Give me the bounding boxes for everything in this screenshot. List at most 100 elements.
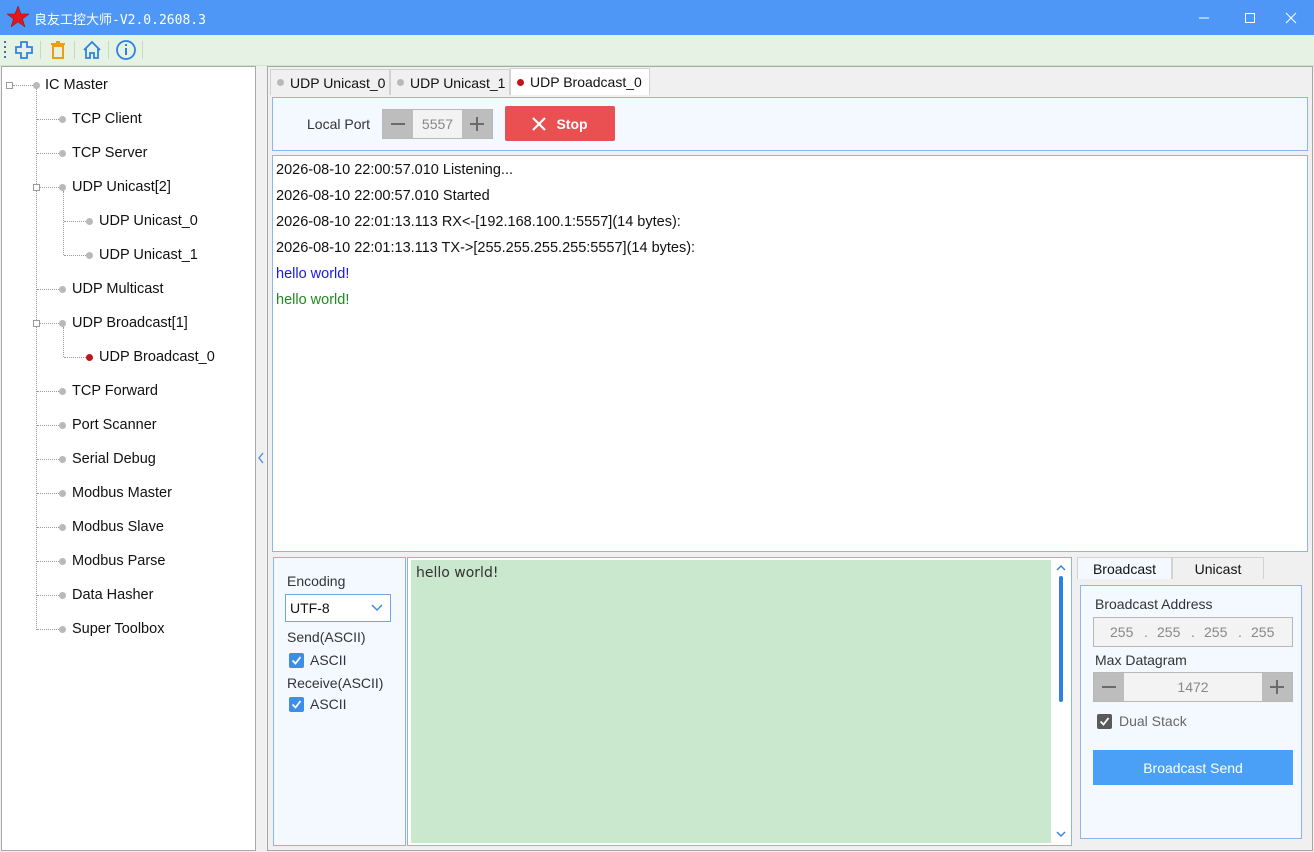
tree-item-tcp-forward[interactable]: TCP Forward (72, 381, 158, 401)
toolbar-grip-icon[interactable] (4, 40, 7, 60)
tree-node-icon (59, 422, 66, 429)
stop-label: Stop (556, 115, 588, 132)
close-button[interactable] (1268, 0, 1314, 35)
scroll-up-icon[interactable] (1054, 562, 1068, 574)
decrement-button[interactable] (383, 110, 413, 138)
log-line: 2026-08-10 22:00:57.010 Started (276, 188, 490, 204)
encoding-select[interactable]: UTF-8 (285, 594, 391, 622)
broadcast-send-label: Broadcast Send (1143, 759, 1243, 776)
info-icon (116, 40, 136, 60)
tree-node-icon (59, 490, 66, 497)
star-app-icon (6, 5, 30, 28)
receive-encoding-label: Receive(ASCII) (287, 675, 384, 691)
tree-item-modbus-slave[interactable]: Modbus Slave (72, 517, 164, 537)
udp-unicast-expander[interactable] (33, 184, 40, 191)
broadcast-send-button[interactable]: Broadcast Send (1093, 750, 1293, 785)
tab-label: UDP Broadcast_0 (530, 74, 642, 90)
increment-button[interactable] (462, 110, 492, 138)
tree-node-icon (59, 286, 66, 293)
info-button[interactable] (113, 37, 139, 63)
maximize-button[interactable] (1227, 0, 1273, 35)
stop-button[interactable]: Stop (505, 106, 615, 141)
tab-status-icon (517, 78, 524, 86)
send-options-panel: Encoding UTF-8 Send(ASCII) ASCII Receive… (273, 557, 406, 846)
delete-button[interactable] (45, 37, 71, 63)
ip-octet-3[interactable]: 255 (1204, 624, 1227, 640)
tree-item-modbus-parse[interactable]: Modbus Parse (72, 551, 166, 571)
tree-item-udp-broadcast-0[interactable]: UDP Broadcast_0 (99, 347, 215, 367)
broadcast-address-input[interactable]: 255 . 255 . 255 . 255 (1093, 617, 1293, 647)
receive-ascii-checkbox[interactable] (289, 697, 304, 712)
send-text-background[interactable]: hello world! (411, 560, 1051, 843)
tree-item-udp-unicast[interactable]: UDP Unicast[2] (72, 177, 171, 197)
tree-item-udp-multicast[interactable]: UDP Multicast (72, 279, 164, 299)
log-line: 2026-08-10 22:00:57.010 Listening... (276, 162, 514, 178)
ip-octet-4[interactable]: 255 (1251, 624, 1274, 640)
receive-ascii-label: ASCII (310, 696, 347, 712)
checkmark-icon (1099, 717, 1110, 726)
tab-udp-broadcast-0[interactable]: UDP Broadcast_0 (510, 68, 650, 95)
max-datagram-value[interactable]: 1472 (1124, 673, 1262, 701)
dual-stack-checkbox[interactable] (1097, 714, 1112, 729)
tree-root[interactable]: IC Master (45, 75, 108, 95)
ip-octet-1[interactable]: 255 (1110, 624, 1133, 640)
vertical-scrollbar[interactable] (1054, 560, 1068, 843)
log-line: 2026-08-10 22:01:13.113 RX<-[192.168.100… (276, 214, 681, 230)
scroll-down-icon[interactable] (1054, 828, 1068, 840)
tree-item-super-toolbox[interactable]: Super Toolbox (72, 619, 164, 639)
collapse-panel-icon[interactable] (256, 450, 266, 466)
tree-item-tcp-client[interactable]: TCP Client (72, 109, 142, 129)
tree-item-udp-unicast-0[interactable]: UDP Unicast_0 (99, 211, 198, 231)
navigation-tree[interactable]: IC Master TCP Client TCP Server UDP Unic… (1, 66, 256, 851)
checkmark-icon (291, 700, 302, 709)
send-textarea[interactable]: hello world! (407, 557, 1072, 846)
tab-broadcast[interactable]: Broadcast (1077, 557, 1172, 579)
send-text[interactable]: hello world! (416, 565, 498, 581)
tree-node-icon (59, 558, 66, 565)
tree-node-icon (59, 626, 66, 633)
broadcast-address-label: Broadcast Address (1095, 596, 1213, 612)
log-output[interactable]: 2026-08-10 22:00:57.010 Listening... 202… (272, 155, 1308, 552)
max-datagram-stepper[interactable]: 1472 (1093, 672, 1293, 702)
tab-status-icon (397, 79, 404, 86)
tab-unicast[interactable]: Unicast (1172, 557, 1264, 579)
add-button[interactable] (11, 37, 37, 63)
root-expander[interactable] (6, 82, 13, 89)
udp-broadcast-expander[interactable] (33, 320, 40, 327)
tree-item-serial-debug[interactable]: Serial Debug (72, 449, 156, 469)
tab-label: UDP Unicast_1 (410, 74, 506, 91)
tree-node-icon (59, 388, 66, 395)
minus-icon (1102, 686, 1116, 688)
dual-stack-label: Dual Stack (1119, 713, 1187, 729)
maximize-icon (1245, 12, 1255, 23)
broadcast-panel: Broadcast Address 255 . 255 . 255 . 255 … (1080, 585, 1302, 839)
title-bar[interactable]: 良友工控大师-V2.0.2608.3 (0, 0, 1314, 35)
tree-item-data-hasher[interactable]: Data Hasher (72, 585, 153, 605)
tree-item-tcp-server[interactable]: TCP Server (72, 143, 147, 163)
connection-controls: Local Port 5557 (272, 97, 1308, 151)
tree-node-icon (33, 82, 40, 89)
chevron-down-icon (371, 604, 383, 612)
tree-item-udp-broadcast[interactable]: UDP Broadcast[1] (72, 313, 188, 333)
decrement-button[interactable] (1094, 673, 1124, 701)
active-node-icon (86, 354, 93, 361)
tab-label: UDP Unicast_0 (290, 74, 386, 91)
send-ascii-checkbox[interactable] (289, 653, 304, 668)
send-encoding-label: Send(ASCII) (287, 629, 366, 645)
minimize-button[interactable] (1181, 0, 1227, 35)
encoding-label: Encoding (287, 573, 346, 589)
increment-button[interactable] (1262, 673, 1292, 701)
local-port-value[interactable]: 5557 (413, 110, 462, 138)
ip-octet-2[interactable]: 255 (1157, 624, 1180, 640)
log-line-sent: hello world! (276, 292, 350, 308)
tab-udp-unicast-1[interactable]: UDP Unicast_1 (390, 69, 510, 95)
tree-node-icon (86, 252, 93, 259)
local-port-stepper[interactable]: 5557 (382, 109, 493, 139)
tree-item-port-scanner[interactable]: Port Scanner (72, 415, 157, 435)
home-button[interactable] (79, 37, 105, 63)
local-port-label: Local Port (307, 116, 371, 132)
tab-udp-unicast-0[interactable]: UDP Unicast_0 (270, 69, 390, 95)
tree-item-modbus-master[interactable]: Modbus Master (72, 483, 172, 503)
tree-item-udp-unicast-1[interactable]: UDP Unicast_1 (99, 245, 198, 265)
scrollbar-thumb[interactable] (1059, 576, 1063, 702)
